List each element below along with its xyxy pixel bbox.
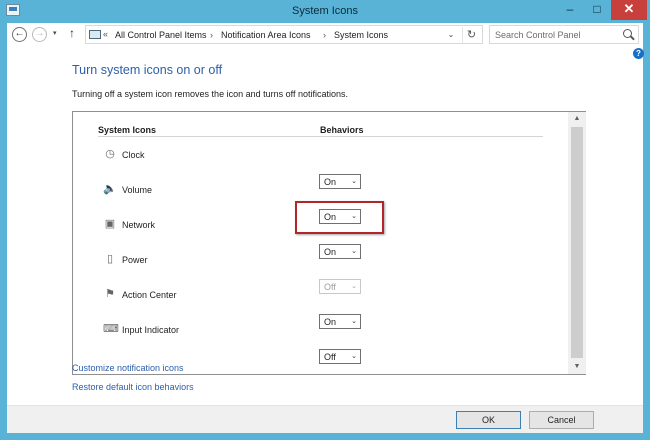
breadcrumb-separator-icon[interactable]: › — [210, 30, 213, 40]
system-icons-list: System Icons Behaviors ◷ Clock On ⌄ 🔈 Vo… — [72, 111, 586, 375]
restore-default-icon-behaviors-link[interactable]: Restore default icon behaviors — [72, 382, 194, 392]
breadcrumb-all-control-panel-items[interactable]: All Control Panel Items — [115, 30, 207, 40]
maximize-button[interactable]: □ — [584, 0, 610, 20]
refresh-icon[interactable]: ↻ — [462, 27, 480, 43]
network-icon: ▣ — [104, 218, 116, 230]
battery-icon: ▯ — [106, 253, 114, 265]
select-value: Off — [324, 352, 336, 362]
window: System Icons – □ ✕ ← → ▾ ↑ « All Control… — [0, 0, 650, 440]
close-button[interactable]: ✕ — [611, 0, 647, 20]
breadcrumb-system-icons[interactable]: System Icons — [334, 30, 388, 40]
select-value: On — [324, 177, 337, 187]
select-value: On — [324, 317, 337, 327]
search-icon[interactable] — [623, 29, 632, 38]
breadcrumb-notification-area-icons[interactable]: Notification Area Icons — [221, 30, 311, 40]
flag-icon: ⚑ — [105, 288, 115, 300]
breadcrumb-separator-icon[interactable]: › — [323, 30, 326, 40]
speaker-icon: 🔈 — [103, 183, 117, 195]
action-center-behavior-select[interactable]: On ⌄ — [319, 314, 361, 329]
row-label: Input Indicator — [122, 325, 180, 335]
search-box[interactable] — [489, 25, 639, 44]
network-behavior-select[interactable]: On ⌄ — [319, 244, 361, 259]
highlight-box — [295, 201, 384, 234]
select-value: Off — [324, 282, 336, 292]
cancel-button[interactable]: Cancel — [529, 411, 594, 429]
input-indicator-behavior-select[interactable]: Off ⌄ — [319, 349, 361, 364]
scroll-down-arrow-icon[interactable]: ▼ — [568, 360, 586, 374]
chevron-down-icon: ⌄ — [351, 318, 357, 325]
chevron-down-icon: ⌄ — [351, 178, 357, 185]
page-description: Turning off a system icon removes the ic… — [72, 89, 348, 99]
up-arrow-icon[interactable]: ↑ — [69, 26, 75, 40]
ok-button[interactable]: OK — [456, 411, 521, 429]
row-label: Volume — [122, 185, 153, 195]
row-label: Network — [122, 220, 156, 230]
navigation-bar: ← → ▾ ↑ « All Control Panel Items › Noti… — [7, 23, 643, 47]
row-label: Clock — [122, 150, 145, 160]
vertical-scrollbar[interactable]: ▲ ▼ — [568, 112, 586, 374]
select-value: On — [324, 247, 337, 257]
chevron-down-icon: ⌄ — [351, 248, 357, 255]
clock-behavior-select[interactable]: On ⌄ — [319, 174, 361, 189]
dialog-footer: OK Cancel — [7, 405, 643, 433]
computer-icon — [89, 30, 101, 39]
address-dropdown-chevron-icon[interactable]: ⌄ — [444, 28, 458, 42]
title-bar[interactable]: System Icons – □ ✕ — [0, 0, 650, 23]
column-header-behaviors: Behaviors — [320, 125, 364, 135]
chevron-down-icon: ⌄ — [351, 283, 357, 290]
forward-arrow-icon[interactable]: → — [32, 27, 47, 42]
chevron-down-icon: ⌄ — [351, 353, 357, 360]
window-title: System Icons — [291, 5, 359, 17]
keyboard-icon: ⌨ — [103, 323, 119, 335]
window-content: ← → ▾ ↑ « All Control Panel Items › Noti… — [7, 23, 644, 433]
recent-locations-chevron-icon[interactable]: ▾ — [53, 29, 57, 37]
help-icon[interactable]: ? — [633, 48, 644, 59]
back-arrow-icon[interactable]: ← — [12, 27, 27, 42]
page-title: Turn system icons on or off — [72, 63, 223, 77]
breadcrumb-overflow-icon[interactable]: « — [103, 29, 108, 39]
clock-icon: ◷ — [105, 148, 115, 160]
column-header-system-icons: System Icons — [98, 125, 157, 135]
row-label: Action Center — [122, 290, 177, 300]
search-input[interactable] — [490, 26, 620, 43]
scroll-up-arrow-icon[interactable]: ▲ — [568, 112, 586, 126]
address-bar[interactable]: « All Control Panel Items › Notification… — [85, 25, 483, 44]
header-divider — [98, 136, 543, 137]
minimize-button[interactable]: – — [557, 0, 583, 20]
customize-notification-icons-link[interactable]: Customize notification icons — [72, 363, 184, 373]
row-label: Power — [122, 255, 148, 265]
scrollbar-thumb[interactable] — [571, 127, 583, 358]
power-behavior-select: Off ⌄ — [319, 279, 361, 294]
